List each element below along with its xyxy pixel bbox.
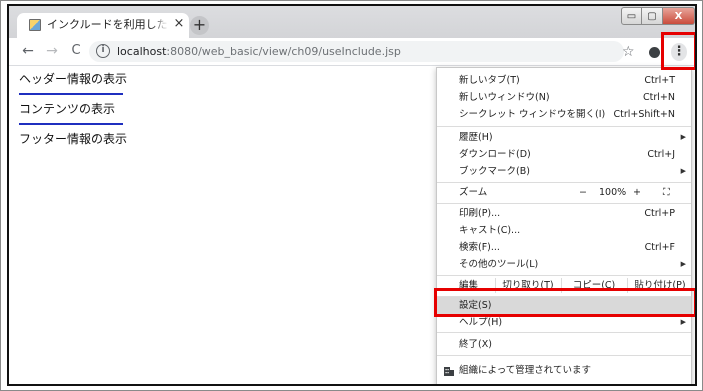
- forward-button[interactable]: →: [43, 42, 61, 60]
- fullscreen-icon[interactable]: ⛶: [663, 184, 670, 201]
- menu-item-downloads[interactable]: ダウンロード(D) Ctrl+J: [437, 146, 691, 163]
- menu-label: その他のツール(L): [459, 259, 539, 270]
- header-rule: [19, 93, 123, 95]
- menu-shortcut: Ctrl+P: [644, 208, 675, 219]
- reload-button[interactable]: C: [67, 42, 85, 60]
- submenu-arrow-icon: ▶: [680, 133, 686, 141]
- footer-rule: [19, 123, 123, 125]
- highlight-settings-item: [434, 288, 695, 317]
- minimize-button[interactable]: ▭: [621, 7, 642, 25]
- contents-text: コンテンツの表示: [19, 102, 116, 116]
- footer-text: フッター情報の表示: [19, 132, 128, 146]
- menu-item-new-tab[interactable]: 新しいタブ(T) Ctrl+T: [437, 72, 691, 89]
- menu-item-find[interactable]: 検索(F)... Ctrl+F: [437, 239, 691, 256]
- chrome-menu: 新しいタブ(T) Ctrl+T 新しいウィンドウ(N) Ctrl+N シークレッ…: [436, 67, 692, 384]
- menu-label: 終了(X): [459, 339, 492, 350]
- menu-item-more-tools[interactable]: その他のツール(L) ▶: [437, 256, 691, 273]
- url-path: :8080/web_basic/view/ch09/useInclude.jsp: [166, 45, 401, 58]
- menu-shortcut: Ctrl+N: [643, 92, 675, 103]
- submenu-arrow-icon: ▶: [680, 167, 686, 175]
- toolbar: ← → C i localhost:8080/web_basic/view/ch…: [9, 38, 695, 66]
- menu-item-bookmarks[interactable]: ブックマーク(B) ▶: [437, 163, 691, 180]
- favicon-icon: [29, 19, 41, 31]
- building-icon: [444, 367, 454, 376]
- menu-label: ズーム: [459, 187, 488, 198]
- screenshot-frame: インクルードを利用したプログラ × + ▭ ▢ X ← → C i localh…: [0, 0, 703, 391]
- window-controls: ▭ ▢ X: [621, 7, 695, 25]
- menu-label: 履歴(H): [459, 132, 493, 143]
- menu-label: 印刷(P)...: [459, 208, 501, 219]
- tab-strip: インクルードを利用したプログラ × + ▭ ▢ X: [9, 6, 695, 38]
- browser-window: インクルードを利用したプログラ × + ▭ ▢ X ← → C i localh…: [7, 4, 697, 386]
- menu-shortcut: Ctrl+J: [647, 149, 675, 160]
- menu-label: ブックマーク(B): [459, 166, 530, 177]
- menu-separator: [437, 355, 691, 356]
- zoom-out-button[interactable]: −: [579, 184, 587, 201]
- menu-item-zoom: ズーム − 100% + ⛶: [437, 184, 691, 201]
- menu-label: 検索(F)...: [459, 242, 500, 253]
- new-tab-button[interactable]: +: [190, 16, 209, 35]
- menu-item-new-window[interactable]: 新しいウィンドウ(N) Ctrl+N: [437, 89, 691, 106]
- menu-item-managed[interactable]: 組織によって管理されています: [437, 362, 691, 379]
- menu-label: 組織によって管理されています: [459, 365, 591, 376]
- maximize-button[interactable]: ▢: [642, 7, 663, 25]
- menu-item-print[interactable]: 印刷(P)... Ctrl+P: [437, 205, 691, 222]
- menu-shortcut: Ctrl+Shift+N: [613, 109, 675, 120]
- menu-separator: [437, 126, 691, 127]
- extension-icon[interactable]: [649, 47, 660, 58]
- menu-separator: [437, 332, 691, 333]
- zoom-in-button[interactable]: +: [633, 184, 641, 201]
- zoom-level: 100%: [599, 187, 627, 198]
- tab-close-button[interactable]: ×: [172, 17, 186, 31]
- info-icon[interactable]: i: [96, 44, 110, 58]
- submenu-arrow-icon: ▶: [680, 260, 686, 268]
- header-text: ヘッダー情報の表示: [19, 72, 128, 86]
- menu-label: キャスト(C)...: [459, 225, 521, 236]
- menu-item-history[interactable]: 履歴(H) ▶: [437, 129, 691, 146]
- bookmark-star-icon[interactable]: ☆: [622, 44, 635, 60]
- menu-label: ダウンロード(D): [459, 149, 531, 160]
- menu-label: 新しいタブ(T): [459, 75, 520, 86]
- address-bar[interactable]: i localhost:8080/web_basic/view/ch09/use…: [89, 41, 624, 62]
- tab-title: インクルードを利用したプログラ: [47, 18, 169, 32]
- menu-separator: [437, 275, 691, 276]
- url-host: localhost: [117, 45, 167, 58]
- menu-separator: [437, 203, 691, 204]
- menu-label: シークレット ウィンドウを開く(I): [459, 109, 606, 120]
- back-button[interactable]: ←: [19, 42, 37, 60]
- menu-item-exit[interactable]: 終了(X): [437, 336, 691, 353]
- menu-separator: [437, 182, 691, 183]
- window-close-button[interactable]: X: [663, 7, 695, 25]
- url-text[interactable]: localhost:8080/web_basic/view/ch09/useIn…: [117, 44, 401, 59]
- browser-tab[interactable]: インクルードを利用したプログラ ×: [17, 13, 189, 38]
- menu-shortcut: Ctrl+T: [644, 75, 675, 86]
- menu-item-cast[interactable]: キャスト(C)...: [437, 222, 691, 239]
- menu-shortcut: Ctrl+F: [644, 242, 675, 253]
- menu-item-incognito[interactable]: シークレット ウィンドウを開く(I) Ctrl+Shift+N: [437, 106, 691, 123]
- menu-label: 新しいウィンドウ(N): [459, 92, 550, 103]
- highlight-menu-button: [661, 32, 695, 70]
